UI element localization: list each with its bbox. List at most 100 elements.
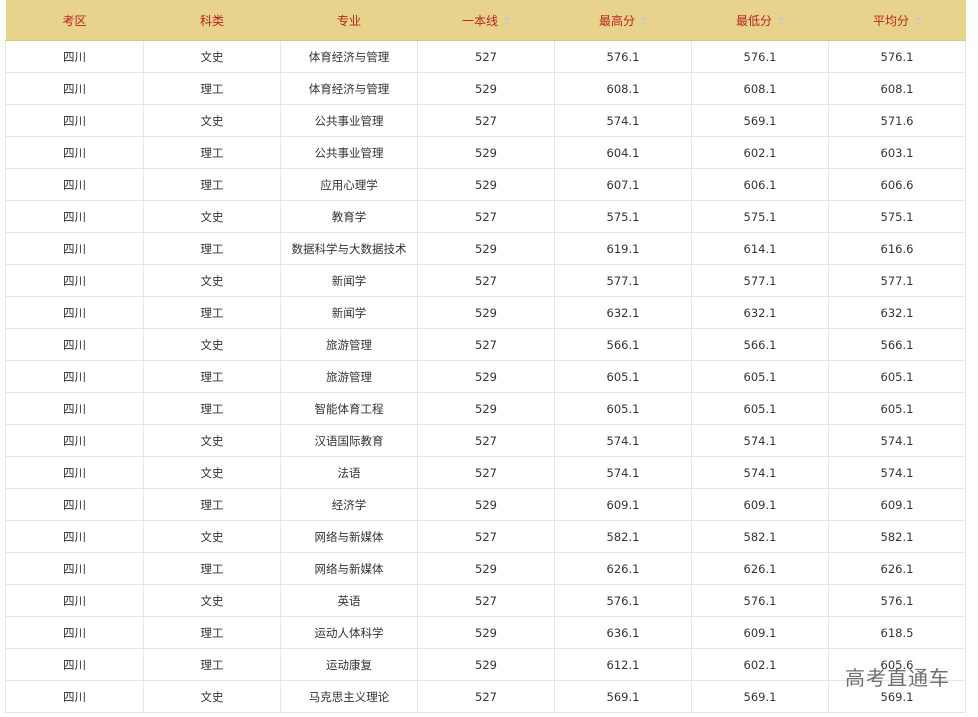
cell-major: 应用心理学 [280,168,418,201]
cell-region: 四川 [5,616,144,649]
column-header-avg-score[interactable]: 平均分 [828,0,966,41]
cell-first-tier-line: 527 [417,264,555,297]
cell-min-score: 614.1 [691,232,829,265]
cell-max-score: 574.1 [554,456,692,489]
table-row: 四川 文史 法语 527 574.1 574.1 574.1 [5,456,966,489]
cell-category: 文史 [143,456,281,489]
cell-avg-score: 606.6 [828,168,966,201]
cell-major: 运动人体科学 [280,616,418,649]
cell-first-tier-line: 527 [417,40,555,73]
cell-max-score: 576.1 [554,584,692,617]
column-header-label: 平均分 [872,13,909,28]
cell-min-score: 569.1 [691,680,829,713]
column-header-label: 一本线 [461,13,498,28]
cell-region: 四川 [5,456,144,489]
cell-min-score: 606.1 [691,168,829,201]
cell-region: 四川 [5,200,144,233]
cell-category: 理工 [143,552,281,585]
cell-first-tier-line: 529 [417,296,555,329]
cell-min-score: 609.1 [691,488,829,521]
cell-category: 文史 [143,40,281,73]
table-row: 四川 文史 教育学 527 575.1 575.1 575.1 [5,200,966,233]
cell-first-tier-line: 529 [417,232,555,265]
cell-max-score: 574.1 [554,424,692,457]
sort-arrows-icon[interactable] [915,16,921,26]
column-header-label: 专业 [336,13,361,28]
column-header-max-score[interactable]: 最高分 [554,0,692,41]
cell-max-score: 569.1 [554,680,692,713]
table-row: 四川 文史 旅游管理 527 566.1 566.1 566.1 [5,328,966,361]
cell-category: 文史 [143,104,281,137]
cell-first-tier-line: 529 [417,72,555,105]
cell-max-score: 636.1 [554,616,692,649]
cell-category: 理工 [143,488,281,521]
cell-min-score: 605.1 [691,392,829,425]
cell-region: 四川 [5,520,144,553]
cell-category: 理工 [143,72,281,105]
cell-avg-score: 574.1 [828,424,966,457]
cell-min-score: 569.1 [691,104,829,137]
cell-category: 理工 [143,360,281,393]
cell-avg-score: 605.1 [828,392,966,425]
cell-min-score: 575.1 [691,200,829,233]
table-row: 四川 文史 体育经济与管理 527 576.1 576.1 576.1 [5,40,966,73]
cell-major: 网络与新媒体 [280,552,418,585]
cell-region: 四川 [5,168,144,201]
cell-region: 四川 [5,488,144,521]
table-row: 四川 理工 运动人体科学 529 636.1 609.1 618.5 [5,616,966,649]
cell-category: 文史 [143,328,281,361]
cell-max-score: 582.1 [554,520,692,553]
cell-major: 网络与新媒体 [280,520,418,553]
table-row: 四川 理工 数据科学与大数据技术 529 619.1 614.1 616.6 [5,232,966,265]
table-row: 四川 理工 应用心理学 529 607.1 606.1 606.6 [5,168,966,201]
column-header-min-score[interactable]: 最低分 [691,0,829,41]
table-row: 四川 理工 网络与新媒体 529 626.1 626.1 626.1 [5,552,966,585]
cell-major: 体育经济与管理 [280,40,418,73]
sort-arrows-icon[interactable] [778,16,784,26]
cell-category: 理工 [143,232,281,265]
cell-first-tier-line: 529 [417,552,555,585]
cell-major: 旅游管理 [280,328,418,361]
cell-category: 理工 [143,296,281,329]
cell-max-score: 608.1 [554,72,692,105]
table-row: 四川 理工 运动康复 529 612.1 602.1 605.6 [5,648,966,681]
cell-region: 四川 [5,40,144,73]
cell-category: 文史 [143,264,281,297]
cell-major: 教育学 [280,200,418,233]
column-header-first-tier-line[interactable]: 一本线 [417,0,555,41]
column-header-label: 最低分 [735,13,772,28]
cell-category: 理工 [143,616,281,649]
cell-major: 智能体育工程 [280,392,418,425]
cell-category: 理工 [143,168,281,201]
page: 考区 科类 专业 一本线 最高分 最低分 平均分 四川 文史 体育经济与管理 527 576.1 57… [0,0,978,717]
cell-max-score: 604.1 [554,136,692,169]
cell-major: 英语 [280,584,418,617]
cell-first-tier-line: 529 [417,648,555,681]
cell-region: 四川 [5,328,144,361]
cell-first-tier-line: 529 [417,360,555,393]
table-body: 四川 文史 体育经济与管理 527 576.1 576.1 576.1 四川 理工 体育经济与管理… [5,40,966,713]
cell-first-tier-line: 527 [417,424,555,457]
sort-arrows-icon[interactable] [504,16,510,26]
cell-category: 文史 [143,424,281,457]
cell-avg-score: 576.1 [828,584,966,617]
cell-avg-score: 571.6 [828,104,966,137]
cell-max-score: 575.1 [554,200,692,233]
cell-min-score: 577.1 [691,264,829,297]
cell-max-score: 605.1 [554,360,692,393]
cell-first-tier-line: 529 [417,616,555,649]
cell-min-score: 574.1 [691,424,829,457]
cell-avg-score: 582.1 [828,520,966,553]
cell-max-score: 612.1 [554,648,692,681]
cell-max-score: 632.1 [554,296,692,329]
cell-avg-score: 576.1 [828,40,966,73]
cell-min-score: 576.1 [691,40,829,73]
cell-first-tier-line: 529 [417,168,555,201]
cell-major: 公共事业管理 [280,136,418,169]
sort-arrows-icon[interactable] [641,16,647,26]
table-row: 四川 文史 网络与新媒体 527 582.1 582.1 582.1 [5,520,966,553]
cell-max-score: 609.1 [554,488,692,521]
table-header-row: 考区 科类 专业 一本线 最高分 最低分 平均分 [5,0,966,41]
cell-region: 四川 [5,264,144,297]
table-row: 四川 文史 英语 527 576.1 576.1 576.1 [5,584,966,617]
